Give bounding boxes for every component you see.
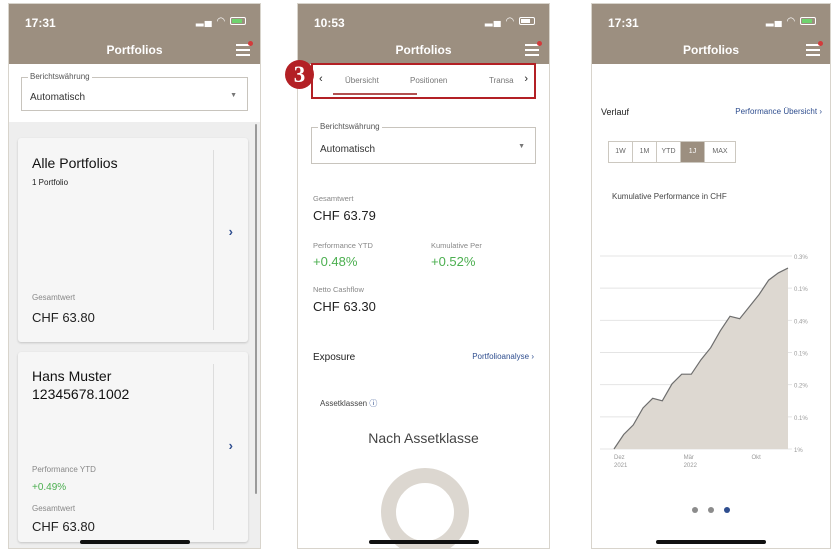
cumulative-performance-value: +0.52% (431, 254, 476, 269)
page-title: Portfolios (395, 43, 452, 57)
wifi-icon: ◠ (505, 16, 516, 27)
app-header: 17:31 ▂▄ ◠ Portfolios (592, 4, 830, 64)
page-dot[interactable] (708, 507, 714, 513)
info-icon[interactable]: ⓘ (369, 399, 377, 408)
period-ytd[interactable]: YTD (657, 142, 681, 162)
portfolio-analysis-link[interactable]: Portfolioanalyse › (472, 352, 534, 361)
total-value: CHF 63.80 (32, 310, 95, 325)
app-header: 10:53 ▂▄ ◠ Portfolios (298, 4, 549, 64)
period-selector: 1W 1M YTD 1J MAX (608, 141, 736, 163)
chevron-down-icon: ▼ (518, 143, 525, 150)
annotation-badge: 3 (285, 60, 314, 89)
net-cashflow-label: Netto Cashflow (313, 285, 364, 294)
period-1m[interactable]: 1M (633, 142, 657, 162)
status-time: 17:31 (608, 16, 639, 30)
period-max[interactable]: MAX (705, 142, 735, 162)
exposure-title: Exposure (313, 352, 356, 363)
battery-icon (519, 17, 535, 26)
period-1y[interactable]: 1J (681, 142, 705, 162)
chart-title: Kumulative Performance in CHF (612, 192, 727, 201)
chevron-right-icon[interactable]: › (229, 224, 233, 239)
card-title-name: Hans Muster (32, 368, 112, 384)
performance-ytd-value: +0.48% (313, 254, 358, 269)
status-icons: ▂▄ ◠ (196, 16, 246, 27)
performance-ytd-label: Performance YTD (32, 465, 96, 474)
home-indicator[interactable] (79, 540, 190, 544)
period-1w[interactable]: 1W (609, 142, 633, 162)
total-value-label: Gesamtwert (32, 293, 76, 302)
status-time: 17:31 (25, 16, 56, 30)
currency-select[interactable]: Berichtswährung Automatisch ▼ (311, 122, 536, 164)
status-time: 10:53 (314, 16, 345, 30)
page-dot[interactable] (692, 507, 698, 513)
wifi-icon: ◠ (216, 16, 227, 27)
page-title: Portfolios (106, 43, 163, 57)
battery-icon (800, 17, 816, 26)
select-area: Berichtswährung Automatisch ▼ (9, 64, 260, 122)
phone-portfolio-overview: 10:53 ▂▄ ◠ Portfolios ‹ Übersicht Positi… (297, 3, 550, 549)
status-icons: ▂▄ ◠ (766, 16, 816, 27)
area-fill (614, 268, 788, 449)
wifi-icon: ◠ (786, 16, 797, 27)
donut-chart-title: Nach Assetklasse (368, 430, 479, 446)
cumulative-performance-label: Kumulative Per (431, 241, 482, 250)
menu-icon[interactable] (806, 41, 823, 56)
signal-icon: ▂▄ (484, 16, 502, 27)
menu-icon[interactable] (525, 41, 542, 56)
history-title: Verlauf (601, 107, 630, 117)
y-tick-label: 0.1% (794, 352, 808, 358)
total-value: CHF 63.80 (32, 519, 95, 534)
home-indicator[interactable] (368, 540, 479, 544)
app-header: 17:31 ▂▄ ◠ Portfolios (9, 4, 260, 64)
chevron-right-icon[interactable]: › (229, 438, 233, 453)
chevron-down-icon: ▼ (230, 92, 237, 99)
status-icons: ▂▄ ◠ (485, 16, 535, 27)
x-tick-label: Okt (751, 455, 761, 461)
currency-select[interactable]: Berichtswährung Automatisch ▼ (21, 72, 248, 111)
card-title: Alle Portfolios (32, 155, 118, 171)
home-indicator[interactable] (656, 540, 766, 544)
y-tick-label: 0.4% (794, 319, 808, 325)
portfolio-card-all[interactable]: Alle Portfolios 1 Portfolio Gesamtwert C… (18, 138, 248, 342)
signal-icon: ▂▄ (195, 16, 213, 27)
y-tick-label: 0.1% (794, 416, 808, 422)
currency-select-value: Automatisch (30, 92, 86, 103)
performance-ytd-value: +0.49% (32, 482, 67, 493)
currency-select-label: Berichtswährung (28, 72, 92, 81)
phone-performance-history: 17:31 ▂▄ ◠ Portfolios Verlauf Performanc… (591, 3, 831, 549)
y-tick-label: 0.3% (794, 255, 808, 261)
page-title: Portfolios (683, 43, 739, 57)
x-tick-label: Mär (684, 455, 694, 461)
x-tick-label: Dez (614, 455, 625, 461)
y-tick-label: 0.1% (794, 287, 808, 293)
portfolio-card-hans-muster[interactable]: Hans Muster 12345678.1002 Performance YT… (18, 352, 248, 542)
page-indicator (592, 507, 830, 513)
total-value-label: Gesamtwert (32, 504, 76, 513)
performance-overview-link[interactable]: Performance Übersicht › (735, 107, 822, 116)
currency-select-value: Automatisch (320, 144, 376, 155)
x-tick-label: 2021 (614, 463, 628, 469)
y-tick-label: 1% (794, 448, 803, 454)
performance-ytd-label: Performance YTD (313, 241, 373, 250)
card-subtitle: 1 Portfolio (32, 178, 69, 187)
x-tick-label: 2022 (684, 463, 698, 469)
asset-classes-label: Assetklassen ⓘ (320, 399, 378, 408)
battery-icon (230, 17, 246, 26)
net-cashflow-value: CHF 63.30 (313, 299, 376, 314)
scrollbar[interactable] (255, 124, 257, 494)
page-dot-active[interactable] (724, 507, 730, 513)
total-value: CHF 63.79 (313, 208, 376, 223)
annotation-highlight (311, 63, 536, 99)
menu-icon[interactable] (236, 41, 253, 56)
total-value-label: Gesamtwert (313, 194, 354, 203)
cumulative-performance-chart: 0.3% 0.1% 0.4% 0.1% 0.2% 0.1% 1% Dez 2021 Mär 2022… (600, 255, 808, 469)
signal-icon: ▂▄ (765, 16, 783, 27)
currency-select-label: Berichtswährung (318, 122, 382, 131)
card-title-number: 12345678.1002 (32, 386, 130, 402)
y-tick-label: 0.2% (794, 384, 808, 390)
asset-class-donut-chart (381, 468, 469, 548)
phone-portfolios-list: 17:31 ▂▄ ◠ Portfolios Berichtswährung Au… (8, 3, 261, 549)
